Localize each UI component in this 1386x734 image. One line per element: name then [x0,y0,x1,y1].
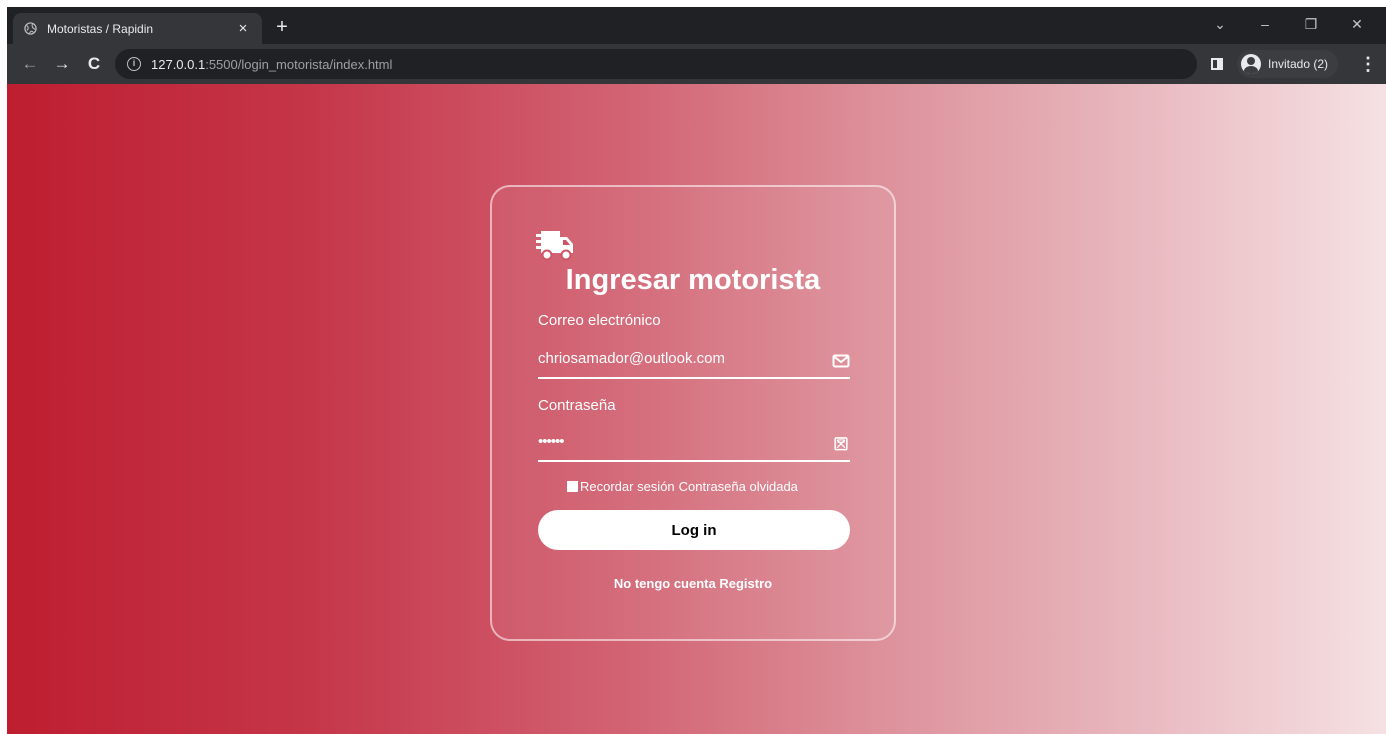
reload-button[interactable]: C [83,53,105,75]
menu-icon[interactable]: ⋮ [1359,53,1377,75]
page-title: Ingresar motorista [565,264,821,296]
tab-close-icon[interactable]: × [234,20,252,38]
url-path: :5500/login_motorista/index.html [205,56,393,72]
email-label: Correo electrónico [538,312,661,329]
forgot-password-link[interactable]: Contraseña olvidada [679,479,798,494]
profile-button[interactable]: Invitado (2) [1237,50,1339,78]
profile-label: Invitado (2) [1268,57,1329,71]
register-row: No tengo cuenta Registro [492,576,894,591]
email-field[interactable] [538,343,818,373]
address-bar[interactable]: i 127.0.0.1:5500/login_motorista/index.h… [115,49,1197,79]
globe-icon [23,22,37,36]
register-link[interactable]: Registro [719,576,772,591]
browser-tab[interactable]: Motoristas / Rapidin × [13,13,262,44]
url-host: 127.0.0.1 [151,56,206,72]
info-icon[interactable]: i [127,57,141,71]
back-button[interactable]: ← [19,53,41,75]
forward-button[interactable]: → [51,53,73,75]
new-tab-button[interactable]: + [271,17,293,39]
tab-title: Motoristas / Rapidin [47,21,154,36]
url-text[interactable]: 127.0.0.1:5500/login_motorista/index.htm… [151,57,392,72]
browser-chrome: Motoristas / Rapidin × + ⌄ – ❐ ✕ ← → C i… [7,7,1386,84]
password-field-wrapper [538,426,850,462]
no-account-text: No tengo cuenta [613,576,716,591]
envelope-icon [832,354,850,368]
password-label: Contraseña [538,397,616,414]
password-field[interactable] [538,426,818,456]
avatar-icon [1241,54,1261,74]
lock-icon [834,437,848,451]
remember-row: Recordar sesión Contraseña olvidada [567,479,798,494]
login-card: Ingresar motorista Correo electrónico Co… [490,185,896,641]
close-window-button[interactable]: ✕ [1337,13,1377,35]
side-panel-icon[interactable] [1211,58,1223,70]
tab-bar: Motoristas / Rapidin × + ⌄ – ❐ ✕ [7,7,1386,44]
restore-button[interactable]: ❐ [1291,13,1331,35]
tab-search-icon[interactable]: ⌄ [1200,13,1240,35]
minimize-button[interactable]: – [1245,13,1285,35]
browser-toolbar: ← → C i 127.0.0.1:5500/login_motorista/i… [7,44,1386,84]
login-button[interactable]: Log in [538,510,850,550]
remember-label[interactable]: Recordar sesión [580,479,675,494]
remember-checkbox[interactable] [567,481,578,492]
page-background: Ingresar motorista Correo electrónico Co… [7,84,1386,734]
truck-icon [536,231,573,261]
email-field-wrapper [538,343,850,379]
